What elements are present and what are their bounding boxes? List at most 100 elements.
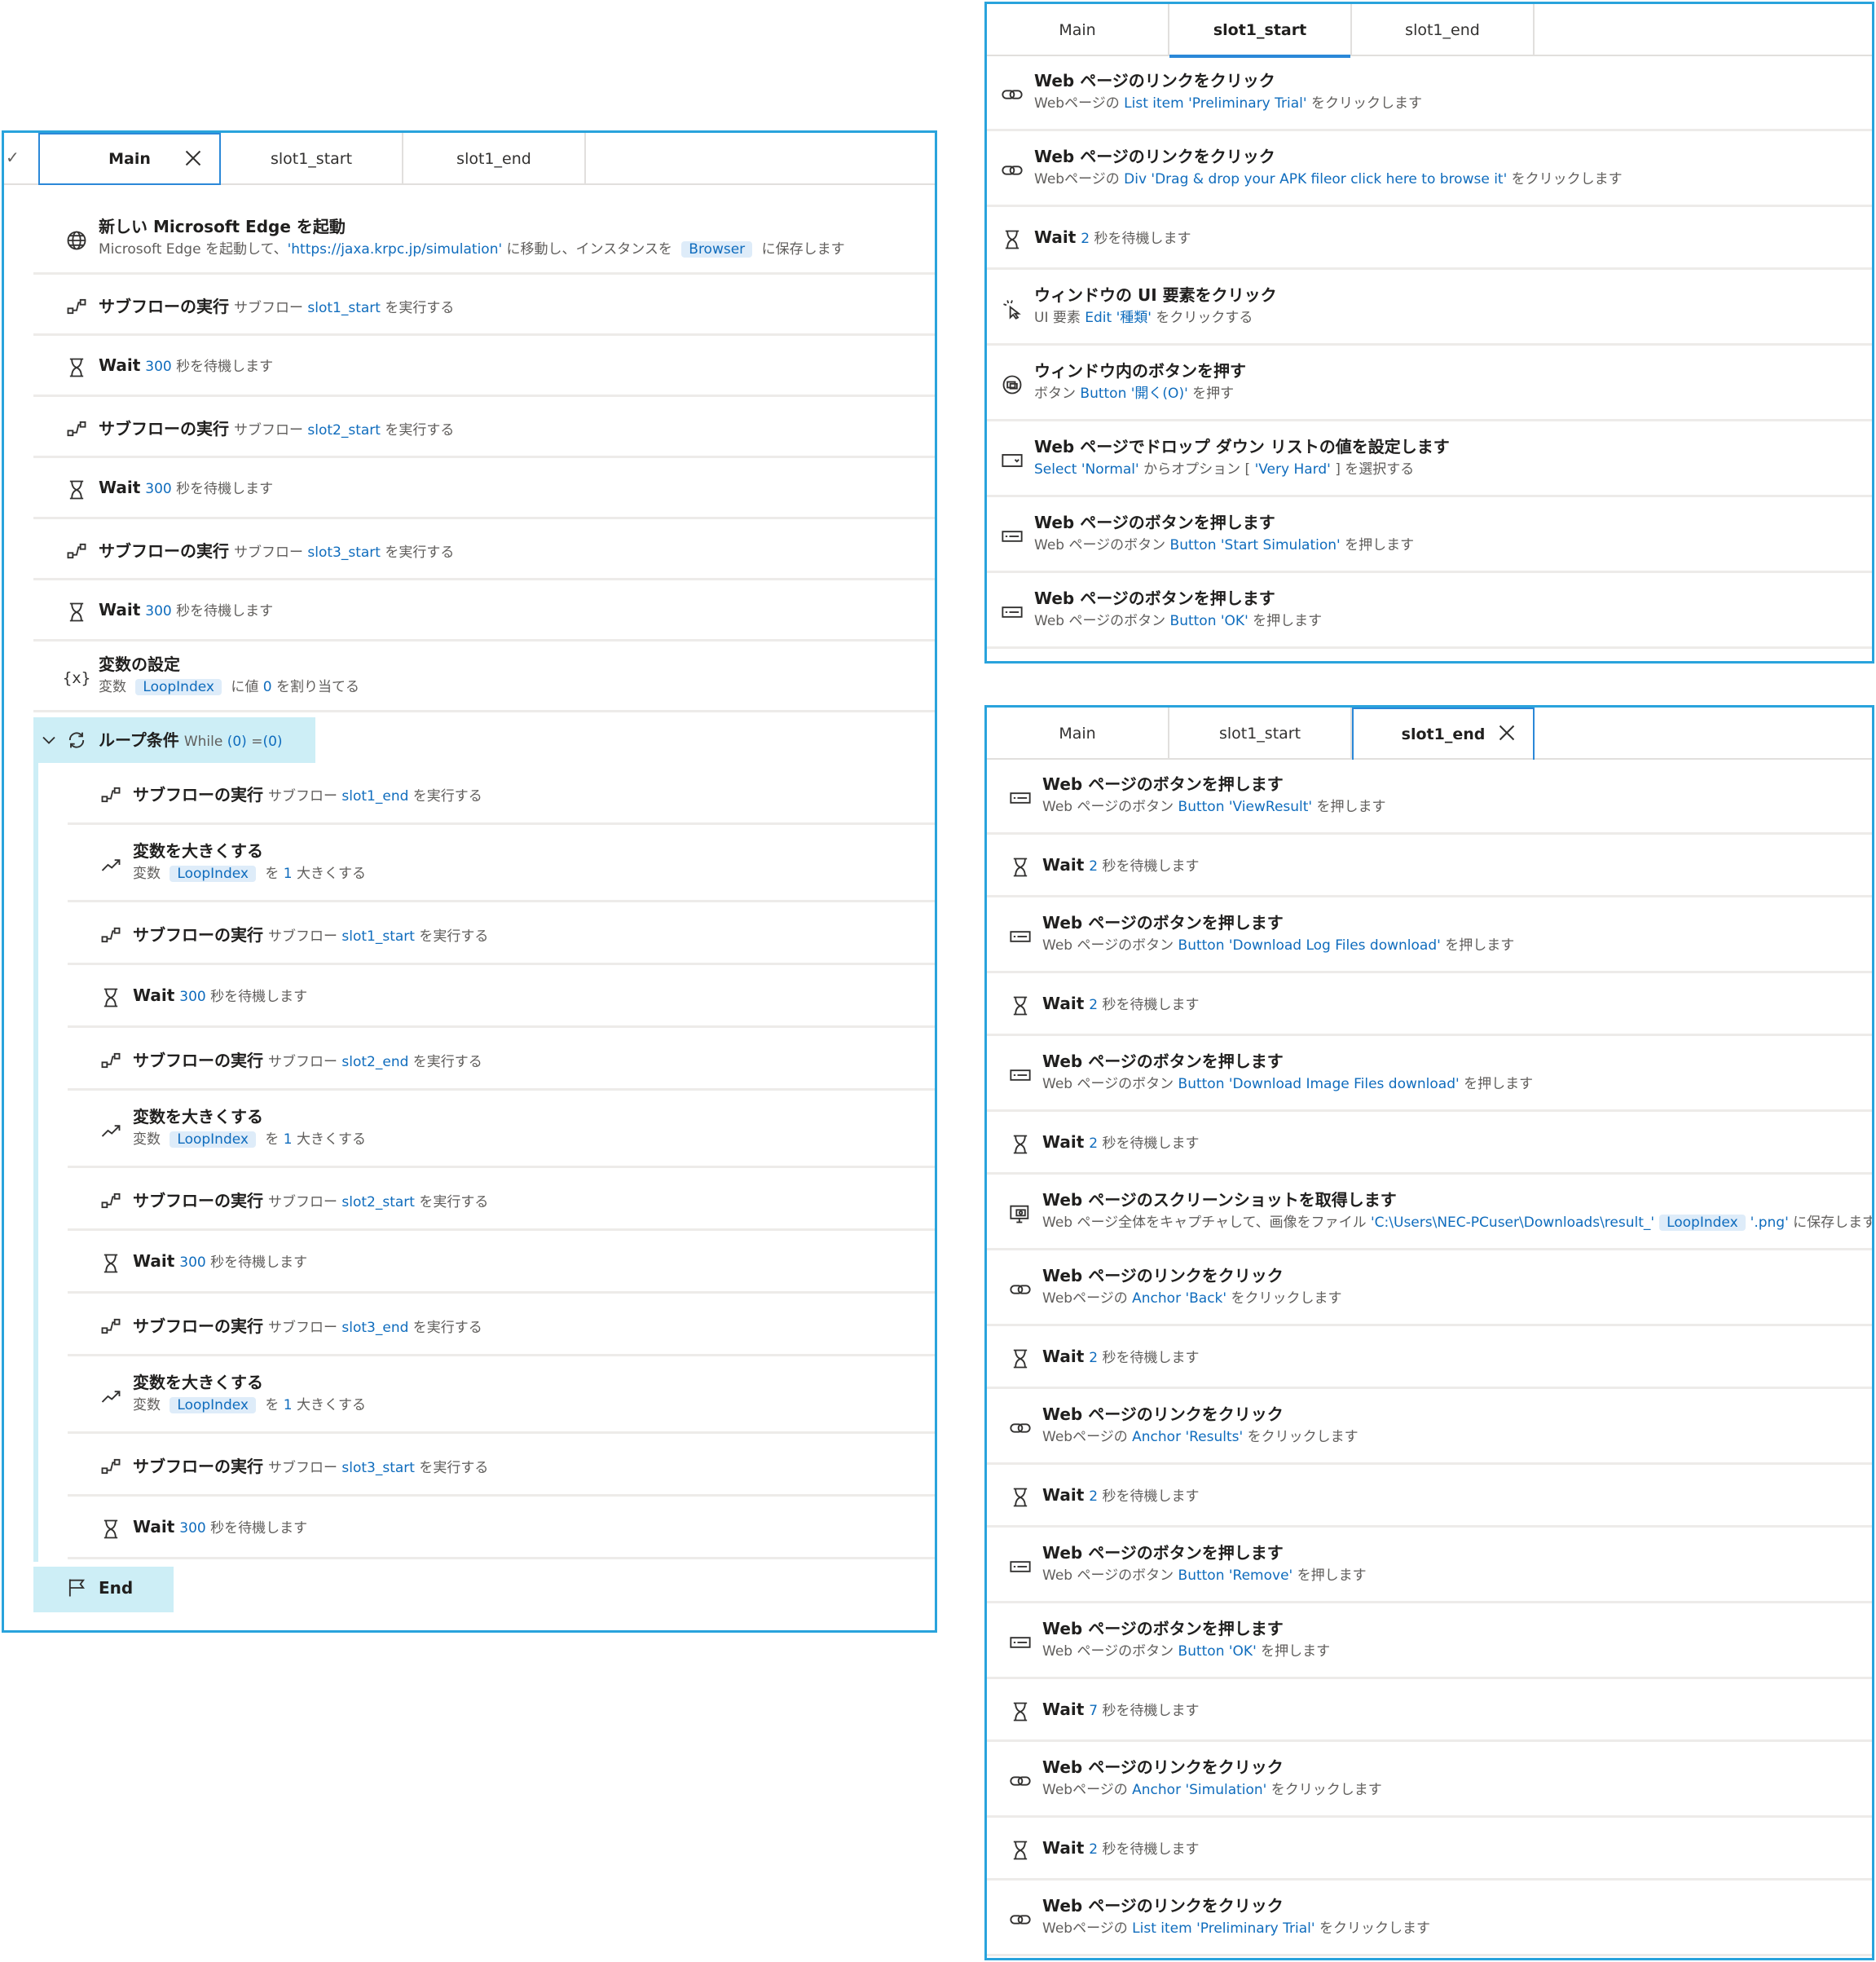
flow-action-step[interactable]: Web ページのスクリーンショットを取得します Web ページ全体をキャプチャして… [987, 1177, 1872, 1250]
parameter-value: (0) [227, 734, 247, 750]
variable-chip[interactable]: LoopIndex [170, 1397, 256, 1413]
flow-action-step[interactable]: Web ページのボタンを押します Web ページのボタン Button 'Down… [987, 900, 1872, 973]
flow-action-step[interactable]: サブフローの実行 サブフロー slot1_end を実行する [68, 765, 935, 825]
description-text: を実行する [408, 788, 482, 805]
action-title: Wait [1042, 1485, 1085, 1505]
chevron-down-icon[interactable]: ✓ [6, 148, 20, 167]
flow-action-step[interactable]: Web ページのボタンを押します Web ページのボタン Button 'OK' … [987, 575, 1872, 649]
chevron-down-icon[interactable] [37, 728, 61, 752]
flow-action-step[interactable]: Web ページのリンクをクリック Webページの List item 'Preli… [987, 1883, 1872, 1956]
description-text: Web ページのボタン [1042, 1567, 1178, 1584]
flow-action-step[interactable]: Wait 2 秒を待機します [987, 1820, 1872, 1880]
flow-action-step[interactable]: Wait 2 秒を待機します [987, 976, 1872, 1036]
tab-slot1-start[interactable]: slot1_start [221, 133, 403, 185]
screenshot-icon [1008, 1201, 1033, 1226]
description-text: 秒を待機します [205, 1254, 308, 1271]
description-text: を押します [1248, 613, 1323, 629]
tab-main[interactable]: Main [987, 4, 1169, 56]
flow-action-step[interactable]: 変数を大きくする 変数 LoopIndex を 1 大きくする [68, 1093, 935, 1168]
action-description: 変数 LoopIndex を 1 大きくする [133, 862, 366, 882]
description-text: サブフロー [234, 545, 308, 561]
description-text: 秒を待機します [1098, 997, 1200, 1013]
parameter-value: slot1_end [341, 788, 409, 805]
action-description: Webページの Anchor 'Simulation' をクリックします [1042, 1778, 1382, 1798]
flow-action-step[interactable]: Wait 2 秒を待機します [987, 1114, 1872, 1175]
flow-action-step[interactable]: {x} 変数の設定 変数 LoopIndex に値 0 を割り当てる [33, 644, 935, 712]
flow-action-step[interactable]: Wait 300 秒を待機します [33, 338, 935, 397]
flow-action-step[interactable]: Web ページのリンクをクリック Webページの Anchor 'Simulati… [987, 1744, 1872, 1818]
tab-slot1-start[interactable]: slot1_start [1169, 708, 1352, 760]
flow-action-step[interactable]: Wait 7 秒を待機します [987, 1682, 1872, 1742]
flow-action-step[interactable]: Web ページでドロップ ダウン リストの値を設定します Select 'Norm… [987, 424, 1872, 497]
flow-action-step[interactable]: ウィンドウの UI 要素をクリック UI 要素 Edit '種類' をクリックする [987, 272, 1872, 346]
flow-action-step[interactable]: Web ページのリンクをクリック Webページの Anchor 'Results'… [987, 1391, 1872, 1465]
description-text: を押します [1459, 1076, 1534, 1092]
tab-slot1-end[interactable]: slot1_end [1352, 4, 1535, 56]
flow-action-step[interactable]: サブフローの実行 サブフロー slot2_end を実行する [68, 1030, 935, 1091]
description-text: サブフロー [268, 928, 342, 945]
tab-main[interactable]: Main [38, 133, 221, 185]
description-text: サブフロー [268, 788, 342, 805]
flow-action-step[interactable]: サブフローの実行 サブフロー slot1_start を実行する [33, 277, 935, 336]
tab-slot1-start[interactable]: slot1_start [1169, 4, 1352, 58]
flow-action-step[interactable]: Wait 2 秒を待機します [987, 1329, 1872, 1389]
parameter-value: Edit '種類' [1085, 310, 1152, 326]
flow-action-step[interactable]: Web ページのボタンを押します Web ページのボタン Button 'Down… [987, 1038, 1872, 1112]
flow-action-step[interactable]: Wait 300 秒を待機します [68, 1499, 935, 1559]
flow-action-step[interactable]: Wait 300 秒を待機します [68, 968, 935, 1028]
close-icon[interactable] [1499, 725, 1515, 741]
flow-action-step[interactable]: サブフローの実行 サブフロー slot3_start を実行する [68, 1436, 935, 1497]
description-text: ] を選択する [1330, 461, 1415, 478]
flow-action-step[interactable]: サブフローの実行 サブフロー slot2_start を実行する [33, 399, 935, 458]
description-text: を [260, 1131, 284, 1148]
flow-action-step[interactable]: Wait 300 秒を待機します [68, 1233, 935, 1294]
flow-action-step[interactable]: Web ページのリンクをクリック Webページの List item 'Preli… [987, 58, 1872, 131]
action-title: 変数を大きくする [133, 1373, 263, 1392]
parameter-value: Div 'Drag & drop your APK fileor click h… [1124, 171, 1508, 187]
tab-bar: Main slot1_start slot1_end [987, 4, 1872, 58]
variable-chip[interactable]: LoopIndex [135, 679, 222, 695]
variable-chip[interactable]: Browser [681, 241, 753, 258]
tab-slot1-end[interactable]: slot1_end [1352, 708, 1535, 760]
variable-chip[interactable]: LoopIndex [170, 866, 256, 882]
flow-action-step[interactable]: Web ページのリンクをクリック Webページの Div 'Drag & drop… [987, 134, 1872, 207]
tab-slot1-end[interactable]: slot1_end [403, 133, 586, 185]
flow-action-step[interactable]: 新しい Microsoft Edge を起動 Microsoft Edge を起動… [33, 206, 935, 275]
action-title: Wait [1034, 227, 1077, 247]
flow-action-step[interactable]: Wait 2 秒を待機します [987, 837, 1872, 897]
flow-action-step[interactable]: Web ページのボタンを押します Web ページのボタン Button 'OK' … [987, 1606, 1872, 1679]
loop-end[interactable]: End [33, 1567, 174, 1612]
flow-action-step[interactable]: Web ページのボタンを押します Web ページのボタン Button 'Star… [987, 500, 1872, 573]
action-title: Wait [133, 985, 175, 1005]
variable-chip[interactable]: LoopIndex [1659, 1215, 1746, 1231]
flow-action-step[interactable]: サブフローの実行 サブフロー slot3_end を実行する [68, 1296, 935, 1356]
flow-action-step[interactable]: Web ページのボタンを押します Web ページのボタン Button 'View… [987, 761, 1872, 835]
parameter-value: slot3_start [307, 545, 381, 561]
description-text: Web ページのボタン [1042, 937, 1178, 954]
flow-action-step[interactable]: Wait 300 秒を待機します [33, 583, 935, 642]
action-description: サブフロー slot2_start を実行する [234, 422, 454, 439]
variable-chip[interactable]: LoopIndex [170, 1131, 256, 1148]
flow-action-step[interactable]: 変数を大きくする 変数 LoopIndex を 1 大きくする [68, 1359, 935, 1434]
dropdown-icon [1000, 448, 1024, 473]
subflow-icon [99, 923, 123, 947]
flow-action-step[interactable]: Web ページのリンクをクリック Webページの Anchor 'Back' をク… [987, 1253, 1872, 1326]
flow-action-step[interactable]: ウィンドウ内のボタンを押す ボタン Button '開く(O)' を押す [987, 348, 1872, 421]
flow-action-step[interactable]: 変数を大きくする 変数 LoopIndex を 1 大きくする [68, 827, 935, 902]
flow-action-step[interactable]: サブフローの実行 サブフロー slot2_start を実行する [68, 1171, 935, 1231]
action-description: Webページの Div 'Drag & drop your APK fileor… [1034, 167, 1623, 187]
flow-action-step[interactable]: サブフローの実行 サブフロー slot1_start を実行する [68, 905, 935, 965]
flow-action-step[interactable]: Wait 300 秒を待機します [33, 461, 935, 519]
description-text: に値 [226, 679, 263, 695]
flow-action-step[interactable]: Wait 2 秒を待機します [987, 1467, 1872, 1528]
tab-main[interactable]: Main [987, 708, 1169, 760]
close-icon[interactable] [185, 150, 201, 166]
loop-header[interactable]: ループ条件 While (0) =(0) [33, 717, 315, 763]
action-description: 2 秒を待機します [1081, 231, 1191, 247]
action-title: Web ページでドロップ ダウン リストの値を設定します [1034, 437, 1450, 456]
parameter-value: slot3_start [341, 1460, 415, 1476]
flow-action-step[interactable]: サブフローの実行 サブフロー slot3_start を実行する [33, 522, 935, 580]
flow-action-step[interactable]: Web ページのボタンを押します Web ページのボタン Button 'Remo… [987, 1530, 1872, 1603]
flow-action-step[interactable]: Wait 2 秒を待機します [987, 209, 1872, 270]
action-description: 300 秒を待機します [179, 1520, 307, 1537]
